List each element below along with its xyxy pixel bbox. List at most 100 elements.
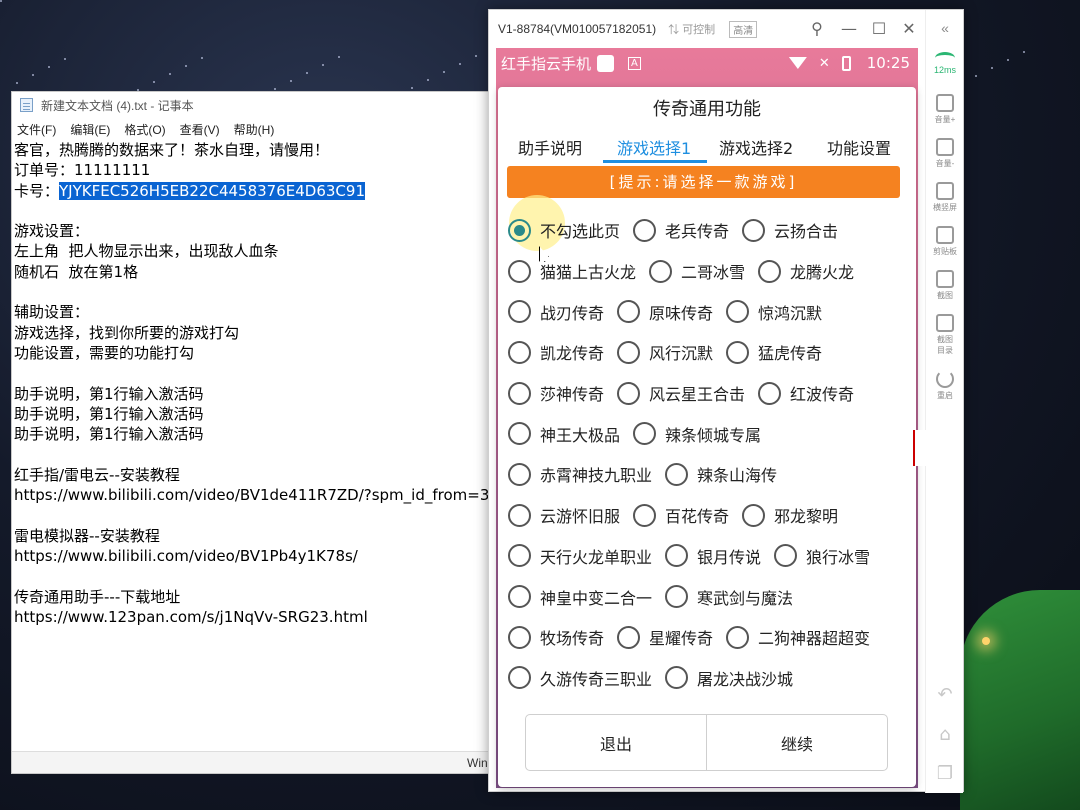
game-option[interactable]: 久游传奇三职业 — [508, 666, 652, 690]
game-option[interactable]: 神皇中变二合一 — [508, 585, 652, 609]
radio-icon[interactable] — [665, 544, 689, 568]
continue-button[interactable]: 继续 — [706, 715, 887, 770]
game-option[interactable]: 龙腾火龙 — [758, 259, 854, 283]
game-option[interactable]: 猛虎传奇 — [726, 340, 822, 364]
control-mode[interactable]: ⇅ 可控制 — [668, 21, 715, 37]
home-icon[interactable]: ⌂ — [936, 726, 954, 744]
pin-icon[interactable]: ⚲ — [807, 19, 827, 39]
clipboard-button[interactable]: 剪贴板 — [926, 226, 964, 257]
screenshot-list-button[interactable]: 截图目录 — [926, 314, 964, 356]
radio-icon[interactable] — [665, 462, 689, 486]
tab-settings[interactable]: 功能设置 — [827, 135, 891, 159]
game-option[interactable]: 牧场传奇 — [508, 625, 604, 649]
quality-button[interactable]: 高清 — [729, 20, 758, 38]
game-option[interactable]: 风行沉默 — [617, 340, 713, 364]
game-option[interactable]: 邪龙黎明 — [742, 503, 838, 527]
notepad-text-area[interactable]: 客官，热腾腾的数据来了！茶水自理，请慢用！ 订单号：11111111 卡号：YJYK… — [12, 140, 499, 627]
close-icon[interactable]: ✕ — [899, 19, 919, 39]
radio-icon[interactable] — [742, 218, 766, 242]
radio-icon[interactable] — [633, 422, 657, 446]
tab-game-select-2[interactable]: 游戏选择2 — [719, 135, 793, 159]
game-option[interactable]: 凯龙传奇 — [508, 340, 604, 364]
radio-icon[interactable] — [633, 218, 657, 242]
radio-icon[interactable] — [726, 300, 750, 324]
radio-icon[interactable] — [617, 340, 641, 364]
radio-icon[interactable] — [742, 503, 766, 527]
game-option[interactable]: 莎神传奇 — [508, 381, 604, 405]
game-option[interactable]: 辣条倾城专属 — [633, 422, 761, 446]
game-option[interactable]: 惊鸿沉默 — [726, 300, 822, 324]
collapse-icon[interactable]: « — [926, 20, 964, 36]
radio-icon[interactable] — [665, 585, 689, 609]
radio-icon[interactable] — [508, 625, 531, 649]
radio-icon[interactable] — [508, 544, 531, 568]
radio-icon[interactable] — [508, 340, 531, 364]
rotate-button[interactable]: 横竖屏 — [926, 182, 964, 213]
game-option[interactable]: 红波传奇 — [758, 381, 854, 405]
phone-screen[interactable]: 红手指云手机 A ✕ 10:25 传奇通用功能 助手说明 游戏选择1 游戏选择2… — [496, 48, 918, 788]
game-option[interactable]: 云游怀旧服 — [508, 503, 620, 527]
game-option[interactable]: 二狗神器超超变 — [726, 625, 870, 649]
game-option[interactable]: 天行火龙单职业 — [508, 544, 652, 568]
game-option[interactable]: 二哥冰雪 — [649, 259, 745, 283]
radio-icon[interactable] — [508, 422, 531, 446]
game-option[interactable]: 猫猫上古火龙 — [508, 259, 636, 283]
notepad-menu-item[interactable]: 文件(F) — [17, 121, 56, 138]
game-option[interactable]: 风云星王合击 — [617, 381, 745, 405]
radio-icon[interactable] — [774, 544, 798, 568]
notepad-menu-item[interactable]: 编辑(E) — [70, 121, 110, 138]
radio-icon[interactable] — [665, 666, 689, 690]
game-option[interactable]: 银月传说 — [665, 544, 761, 568]
recents-icon[interactable]: ❐ — [936, 765, 954, 783]
radio-icon[interactable] — [726, 340, 750, 364]
game-option[interactable]: 百花传奇 — [633, 503, 729, 527]
radio-icon[interactable] — [633, 503, 657, 527]
notepad-titlebar[interactable]: 新建文本文档 (4).txt - 记事本 — [12, 92, 490, 118]
selected-card-number[interactable]: YJYKFEC526H5EB22C4458376E4D63C91 — [59, 181, 365, 200]
notepad-menu-item[interactable]: 格式(O) — [124, 121, 165, 138]
notepad-menu-item[interactable]: 帮助(H) — [234, 121, 275, 138]
game-option[interactable]: 赤霄神技九职业 — [508, 462, 652, 486]
radio-icon[interactable] — [649, 259, 673, 283]
game-option[interactable]: 寒武剑与魔法 — [665, 585, 793, 609]
volume-down-button[interactable]: 音量- — [926, 138, 964, 169]
radio-icon[interactable] — [758, 381, 782, 405]
game-option[interactable]: 狼行冰雪 — [774, 544, 870, 568]
radio-icon[interactable] — [726, 625, 750, 649]
radio-icon[interactable] — [508, 462, 531, 486]
radio-icon[interactable] — [617, 300, 641, 324]
notepad-title: 新建文本文档 (4).txt - 记事本 — [41, 98, 194, 113]
radio-icon[interactable] — [508, 300, 531, 324]
game-option[interactable]: 云扬合击 — [742, 218, 838, 242]
tab-help[interactable]: 助手说明 — [518, 135, 582, 159]
screenshot-button[interactable]: 截图 — [926, 270, 964, 301]
radio-icon[interactable] — [617, 381, 641, 405]
maximize-icon[interactable]: ☐ — [869, 19, 889, 39]
game-option[interactable]: 星耀传奇 — [617, 625, 713, 649]
radio-icon[interactable] — [508, 666, 531, 690]
game-option[interactable]: 原味传奇 — [617, 300, 713, 324]
game-option[interactable]: 屠龙决战沙城 — [665, 666, 793, 690]
restart-button[interactable]: 重启 — [926, 370, 964, 401]
radio-icon[interactable] — [758, 259, 782, 283]
volume-up-button[interactable]: 音量+ — [926, 94, 964, 125]
game-option[interactable]: 神王大极品 — [508, 422, 620, 446]
emulator-window[interactable]: V1-88784(VM010057182051) ⇅ 可控制 高清 ⚲ — ☐ … — [488, 9, 964, 793]
radio-icon[interactable] — [508, 585, 531, 609]
game-option[interactable]: 不勾选此页 — [508, 218, 620, 242]
radio-icon[interactable] — [617, 625, 641, 649]
minimize-icon[interactable]: — — [839, 19, 859, 39]
back-icon[interactable]: ↶ — [936, 686, 954, 704]
radio-icon[interactable] — [508, 381, 531, 405]
game-option[interactable]: 辣条山海传 — [665, 462, 777, 486]
radio-icon[interactable] — [508, 259, 531, 283]
exit-button[interactable]: 退出 — [526, 715, 706, 770]
tab-game-select-1[interactable]: 游戏选择1 — [617, 135, 691, 159]
radio-checked-icon[interactable] — [508, 218, 531, 242]
emulator-titlebar[interactable]: V1-88784(VM010057182051) ⇅ 可控制 高清 — [489, 10, 927, 48]
radio-icon[interactable] — [508, 503, 531, 527]
notepad-window[interactable]: 新建文本文档 (4).txt - 记事本 文件(F) 编辑(E) 格式(O) 查看(V… — [11, 91, 499, 774]
game-option[interactable]: 战刃传奇 — [508, 300, 604, 324]
game-option[interactable]: 老兵传奇 — [633, 218, 729, 242]
notepad-menu-item[interactable]: 查看(V) — [180, 121, 220, 138]
